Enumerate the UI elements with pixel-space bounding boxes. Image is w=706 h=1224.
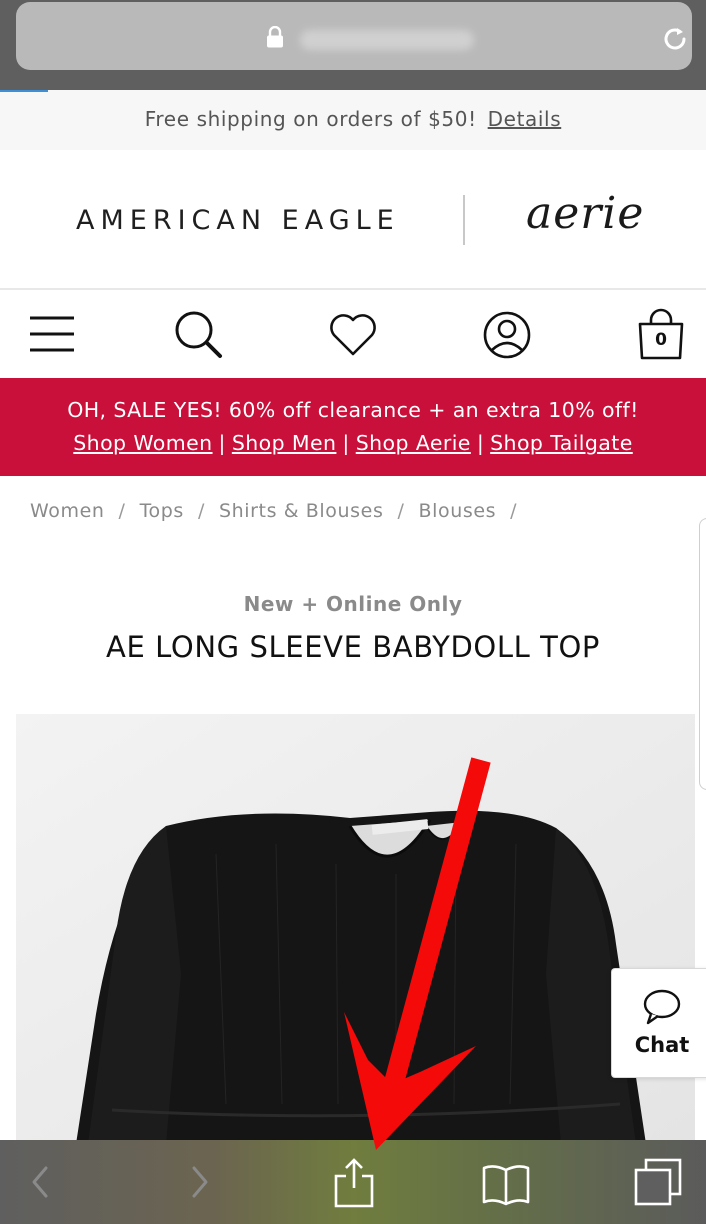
bookmarks-button[interactable]	[480, 1156, 532, 1208]
breadcrumb-women[interactable]: Women	[30, 500, 105, 522]
lock-icon	[267, 26, 283, 48]
logo-divider	[463, 195, 465, 245]
chat-label: Chat	[634, 1033, 690, 1057]
page-load-progress	[0, 90, 48, 92]
link-separator: |	[342, 431, 350, 455]
chat-button[interactable]: Chat	[611, 968, 706, 1078]
share-button[interactable]	[328, 1156, 380, 1208]
breadcrumb-separator: /	[510, 500, 518, 522]
menu-icon	[30, 316, 74, 352]
link-separator: |	[218, 431, 226, 455]
breadcrumb-shirts-blouses[interactable]: Shirts & Blouses	[219, 500, 384, 522]
link-separator: |	[476, 431, 485, 455]
address-bar[interactable]	[16, 2, 692, 70]
product-image[interactable]	[16, 714, 695, 1144]
breadcrumb-tops[interactable]: Tops	[140, 500, 184, 522]
forward-button[interactable]	[174, 1156, 226, 1208]
breadcrumb-separator: /	[197, 500, 205, 522]
cart-count: 0	[655, 330, 667, 350]
back-button[interactable]	[14, 1156, 66, 1208]
chat-bubble-icon	[643, 989, 681, 1025]
account-icon	[483, 311, 531, 359]
brand-logo-row: AMERICAN EAGLE aerie	[0, 150, 706, 290]
breadcrumb: Women / Tops / Shirts & Blouses / Blouses /	[30, 500, 531, 522]
bookmarks-icon	[482, 1165, 530, 1206]
menu-button[interactable]	[26, 308, 80, 362]
header-icon-row: 0	[0, 290, 706, 378]
back-icon	[32, 1166, 48, 1198]
tabs-icon	[634, 1158, 682, 1206]
shipping-promo-bar: Free shipping on orders of $50! Details	[0, 90, 706, 150]
browser-bottom-toolbar	[0, 1140, 706, 1224]
wishlist-button[interactable]	[326, 308, 380, 362]
breadcrumb-separator: /	[118, 500, 126, 522]
tabs-button[interactable]	[632, 1156, 684, 1208]
share-icon	[334, 1158, 374, 1208]
heart-icon	[330, 314, 376, 356]
sale-headline: OH, SALE YES! 60% off clearance + an ext…	[67, 398, 639, 422]
sale-banner: OH, SALE YES! 60% off clearance + an ext…	[0, 378, 706, 476]
breadcrumb-separator: /	[397, 500, 405, 522]
shipping-text: Free shipping on orders of $50!	[144, 107, 477, 131]
american-eagle-logo[interactable]: AMERICAN EAGLE	[76, 205, 400, 236]
product-badge: New + Online Only	[243, 592, 463, 616]
shop-men-link[interactable]: Shop Men	[232, 431, 337, 455]
cart-button[interactable]: 0	[634, 308, 688, 362]
shop-tailgate-link[interactable]: Shop Tailgate	[490, 431, 633, 455]
black-top-illustration	[16, 714, 695, 1144]
aerie-logo[interactable]: aerie	[526, 188, 644, 239]
product-title: AE LONG SLEEVE BABYDOLL TOP	[106, 630, 600, 664]
reload-icon[interactable]	[660, 24, 690, 54]
shipping-details-link[interactable]: Details	[488, 107, 562, 131]
shop-women-link[interactable]: Shop Women	[73, 431, 212, 455]
forward-icon	[192, 1166, 208, 1198]
browser-address-bar-area	[0, 0, 706, 90]
search-icon	[175, 311, 222, 358]
search-button[interactable]	[172, 308, 226, 362]
account-button[interactable]	[480, 308, 534, 362]
shop-aerie-link[interactable]: Shop Aerie	[356, 431, 471, 455]
blurred-url	[300, 30, 474, 50]
sale-links: Shop Women | Shop Men | Shop Aerie | Shop Tail…	[0, 431, 706, 455]
breadcrumb-blouses[interactable]: Blouses	[418, 500, 496, 522]
